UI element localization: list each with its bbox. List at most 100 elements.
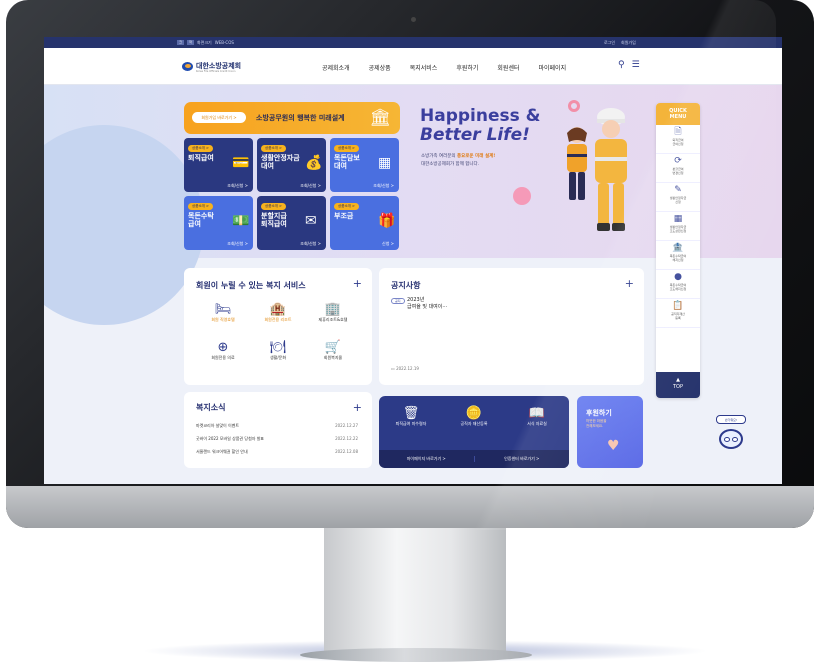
news-row[interactable]: 서울랜드 워크어웨권 할인 안내 2022.12.08 <box>196 449 358 455</box>
dining-icon: 🍽 <box>269 340 287 355</box>
quick-item-retirement[interactable]: 🗎 퇴직급여 급여신청 <box>656 125 700 154</box>
web-link[interactable]: WEB-COS <box>215 37 234 48</box>
mypage-shortcut-link[interactable]: 마이페이지 바로가기 > <box>379 456 474 462</box>
robot-eye-icon <box>724 437 730 442</box>
product-tile-lump-loan[interactable]: 상품소개 > 목돈담보 대여 ▦ 조회/신청 > <box>330 138 399 192</box>
quick-item-early-repay[interactable]: ▦ 생활안정자금 조도상환신청 <box>656 212 700 241</box>
search-icon[interactable]: ⚲ <box>618 60 625 70</box>
wallet-icon: 💳 <box>232 155 250 171</box>
tile-apply-link[interactable]: 조회/신청 > <box>373 183 394 189</box>
signup-banner[interactable]: 회원가입 바로가기 > 소방공무원의 행복한 미래설계 🏛 <box>184 102 400 134</box>
tile-apply-link[interactable]: 조회/신청 > <box>300 183 321 189</box>
monitor-stand-foot <box>300 648 532 662</box>
clipboard-icon: 📋 <box>672 301 684 311</box>
services-shortcut-panel: 🗑 퇴직급여 미수령자 🪙 공직자 재산등록 📖 서식 자료실 마이페이지 바로가기 … <box>379 396 569 468</box>
quick-item-trust-early[interactable]: ● 목돈수탁급여 조도해지신청 <box>656 270 700 299</box>
menu-item-products[interactable]: 공제상품 <box>369 63 391 72</box>
notice-date: ▭ 2022.12.19 <box>391 366 419 371</box>
tile-badge[interactable]: 상품소개 > <box>334 203 359 210</box>
signup-shortcut-button[interactable]: 회원가입 바로가기 > <box>192 112 246 123</box>
building-icon: 🏛 <box>369 108 391 128</box>
banner-text: 소방공무원의 행복한 미래설계 <box>256 114 345 122</box>
service-forms[interactable]: 📖 서식 자료실 <box>507 406 567 427</box>
news-row[interactable]: 마켓코리아 설맞이 이벤트 2022.12.27 <box>196 423 358 429</box>
coin-stack-icon: 🪙 <box>465 406 483 421</box>
service-hotel[interactable]: 🛏 회원 직영호텔 <box>196 302 250 323</box>
cert-center-shortcut-link[interactable]: 인증센터 바로가기 > <box>473 456 570 462</box>
tile-title: 부조금 <box>334 212 354 220</box>
service-asset-register[interactable]: 🪙 공직자 재산등록 <box>444 406 504 427</box>
quick-item-trust-cancel[interactable]: 🏦 목돈수탁급여 해지신청 <box>656 241 700 270</box>
main-header: 대한소방공제회 Korea Fire Officials Credit Unio… <box>44 48 782 85</box>
hero-description: 소방가족 여러분의 풍요로운 미래 설계! 대한소방공제회가 함께 합니다. <box>421 154 496 167</box>
notice-tag: 공지 <box>391 298 405 304</box>
menu-item-welfare[interactable]: 복지서비스 <box>410 63 438 72</box>
screen-size-link[interactable]: 화면크기 <box>197 37 212 48</box>
login-link[interactable]: 로그인 <box>604 37 615 48</box>
notice-item-title[interactable]: 2023년 급여율 및 대여이··· <box>407 297 447 311</box>
menu-item-support[interactable]: 후원하기 <box>456 63 478 72</box>
notice-more-icon[interactable]: + <box>625 277 634 290</box>
banknote-icon: 💵 <box>232 213 250 229</box>
main-menu: 공제회소개 공제상품 복지서비스 후원하기 회원센터 마이페이지 <box>322 63 566 72</box>
product-tile-living-loan[interactable]: 상품소개 > 생활안정자금 대여 💰 조회/신청 > <box>257 138 326 192</box>
tile-badge[interactable]: 상품소개 > <box>188 145 213 152</box>
book-icon: 📖 <box>528 406 546 421</box>
quick-menu-title: QUICK MENU <box>656 103 700 125</box>
quick-item-installment[interactable]: ⟳ 분할급여 변경신청 <box>656 154 700 183</box>
chatbot-bubble: 반가워요! <box>716 415 746 424</box>
tile-badge[interactable]: 상품소개 > <box>261 145 286 152</box>
product-tile-retirement[interactable]: 상품소개 > 퇴직급여 💳 조회/신청 > <box>184 138 253 192</box>
tile-title: 퇴직급여 <box>188 154 214 162</box>
cart-icon: 🛒 <box>324 340 342 355</box>
support-card[interactable]: 후원하기 따뜻한 마음을 전해보세요. ♥ <box>577 396 643 468</box>
menu-item-member[interactable]: 회원센터 <box>497 63 519 72</box>
tile-apply-link[interactable]: 조회/신청 > <box>227 241 248 247</box>
tile-apply-link[interactable]: 조회/신청 > <box>300 241 321 247</box>
decorative-blob <box>44 125 204 325</box>
news-title: 복지소식 <box>196 403 226 412</box>
welfare-services-card: 회원이 누릴 수 있는 복지 서비스 + 🛏 회원 직영호텔 🏨 회원전용 리조트 … <box>184 268 372 385</box>
welfare-more-icon[interactable]: + <box>353 277 362 290</box>
tile-badge[interactable]: 상품소개 > <box>188 203 213 210</box>
tile-badge[interactable]: 상품소개 > <box>334 145 359 152</box>
site-logo[interactable]: 대한소방공제회 Korea Fire Officials Credit Unio… <box>182 61 241 73</box>
welfare-title: 회원이 누릴 수 있는 복지 서비스 <box>196 281 306 290</box>
coin-icon: ● <box>674 272 682 282</box>
quick-item-asset-register[interactable]: 📋 공직자재산 등록 <box>656 299 700 328</box>
product-tile-condolence[interactable]: 상품소개 > 부조금 🎁 신청 > <box>330 196 399 250</box>
hamburger-menu-icon[interactable]: ☰ <box>632 60 640 70</box>
tile-badge[interactable]: 상품소개 > <box>261 203 286 210</box>
service-resort[interactable]: 🏨 회원전용 리조트 <box>251 302 305 323</box>
signup-link[interactable]: 회원가입 <box>621 37 636 48</box>
heart-hand-icon: ♥ <box>607 438 620 454</box>
chatbot-widget[interactable]: 반가워요! <box>716 415 746 457</box>
service-partner-resort[interactable]: 🏢 제휴리조트&호텔 <box>306 302 360 323</box>
bed-icon: 🛏 <box>214 302 232 317</box>
zoom-in-button[interactable]: 크 <box>177 40 184 45</box>
zoom-out-button[interactable]: 작 <box>187 40 194 45</box>
tile-apply-link[interactable]: 신청 > <box>382 241 394 247</box>
news-row[interactable]: 굿바이 2022 모바일 상품권 당첨자 발표 2022.12.22 <box>196 436 358 442</box>
trash-bin-icon: 🗑 <box>402 406 420 421</box>
service-mall[interactable]: 🛒 회원복지몰 <box>306 340 360 361</box>
service-culture[interactable]: 🍽 생활/문화 <box>251 340 305 361</box>
menu-item-mypage[interactable]: 마이페이지 <box>539 63 567 72</box>
envelope-icon: ✉ <box>305 213 317 229</box>
product-tile-lump-trust[interactable]: 상품소개 > 목돈수탁 급여 💵 조회/신청 > <box>184 196 253 250</box>
scroll-top-button[interactable]: ▲ TOP <box>656 372 700 398</box>
tile-apply-link[interactable]: 조회/신청 > <box>227 183 248 189</box>
product-tile-installment[interactable]: 상품소개 > 분할지급 퇴직급여 ✉ 조회/신청 > <box>257 196 326 250</box>
quick-menu: QUICK MENU 🗎 퇴직급여 급여신청 ⟳ 분할급여 변경신청 ✎ 생활안정자금… <box>656 103 700 398</box>
service-unclaimed[interactable]: 🗑 퇴직급여 미수령자 <box>381 406 441 427</box>
refresh-icon: ⟳ <box>674 156 682 166</box>
menu-item-about[interactable]: 공제회소개 <box>322 63 350 72</box>
service-medical[interactable]: ⊕ 회원전용 의료 <box>196 340 250 361</box>
gift-icon: 🎁 <box>378 213 396 229</box>
news-more-icon[interactable]: + <box>353 401 362 414</box>
pen-icon: ✎ <box>674 185 682 195</box>
document-icon: 🗎 <box>674 127 682 137</box>
logo-mark-icon <box>182 61 193 71</box>
decorative-ball <box>513 187 531 205</box>
quick-item-living-loan[interactable]: ✎ 생활안정자금 신청 <box>656 183 700 212</box>
